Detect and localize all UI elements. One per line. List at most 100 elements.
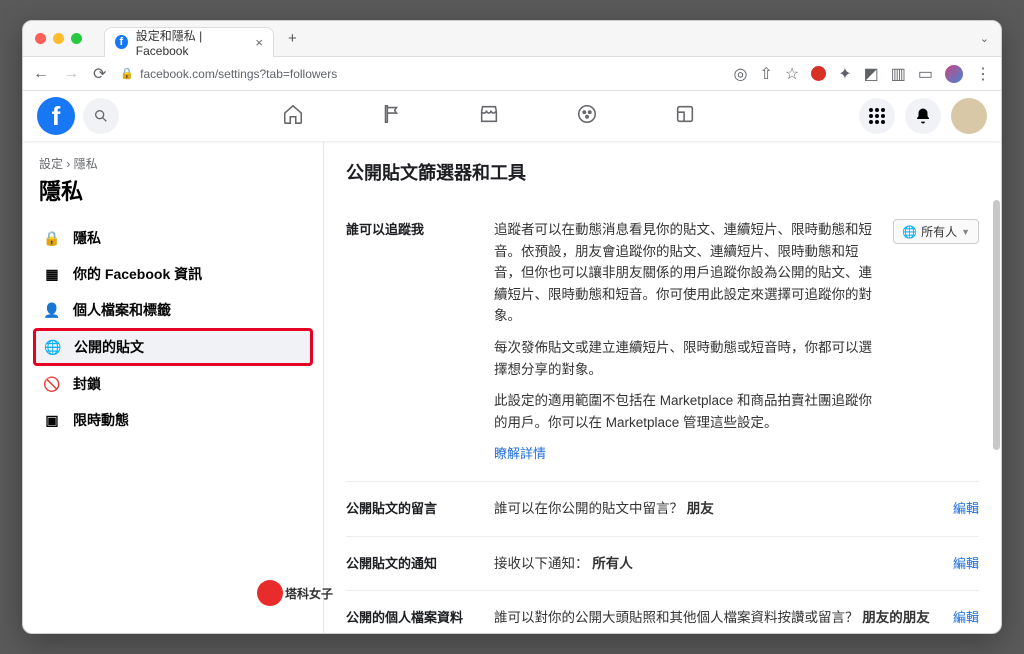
body-text: 接收以下通知： <box>494 556 589 571</box>
body-text: 誰可以對你的公開大頭貼照和其他個人檔案資料按讚或留言？ <box>494 610 859 625</box>
sidebar-item-label: 個人檔案和標籤 <box>73 300 171 320</box>
row-label: 公開貼文的通知 <box>346 553 476 575</box>
lock-icon: 🔒 <box>43 230 61 247</box>
scrollbar[interactable] <box>993 200 1000 450</box>
facebook-header: f <box>23 91 1001 141</box>
lock-icon: 🔒 <box>120 67 134 80</box>
groups-icon[interactable] <box>576 103 598 130</box>
maximize-window-button[interactable] <box>71 33 82 44</box>
toolbar-actions: ◎ ⇧ ☆ ✦ ◩ ▥ ▭ ⋮ <box>734 64 992 84</box>
new-tab-button[interactable]: + <box>288 30 297 47</box>
setting-row-followers: 誰可以追蹤我 追蹤者可以在動態消息看見你的貼文、連續短片、限時動態和短音。依預設… <box>346 203 979 481</box>
sidebar-item-privacy[interactable]: 🔒 隱私 <box>33 220 313 256</box>
description-text: 每次發佈貼文或建立連續短片、限時動態或短音時，你都可以選擇想分享的對象。 <box>494 337 875 380</box>
extensions-icon[interactable]: ✦ <box>838 64 851 84</box>
close-window-button[interactable] <box>35 33 46 44</box>
row-body: 誰可以對你的公開大頭貼照和其他個人檔案資料按讚或留言？ 朋友的朋友 <box>494 607 935 629</box>
back-button[interactable]: ← <box>33 65 49 83</box>
minimize-window-button[interactable] <box>53 33 64 44</box>
sidebar-item-stories[interactable]: ▣ 限時動態 <box>33 402 313 438</box>
header-right <box>859 98 987 134</box>
search-button[interactable] <box>83 98 119 134</box>
body-text: 誰可以在你公開的貼文中留言？ <box>494 501 683 516</box>
row-body: 追蹤者可以在動態消息看見你的貼文、連續短片、限時動態和短音。依預設，朋友會追蹤你… <box>494 219 875 465</box>
sidebar-item-label: 你的 Facebook 資訊 <box>73 264 202 284</box>
notifications-button[interactable] <box>905 98 941 134</box>
sidebar-item-your-info[interactable]: ▦ 你的 Facebook 資訊 <box>33 256 313 292</box>
edit-link[interactable]: 編輯 <box>953 556 979 571</box>
learn-more-link[interactable]: 瞭解詳情 <box>494 446 546 461</box>
row-label: 誰可以追蹤我 <box>346 219 476 465</box>
share-icon[interactable]: ⇧ <box>759 64 772 84</box>
gaming-icon[interactable] <box>674 103 696 130</box>
menu-button[interactable] <box>859 98 895 134</box>
tab-title: 設定和隱私 | Facebook <box>136 27 248 58</box>
watermark: 塔科女子 <box>257 580 333 606</box>
extension-icon[interactable] <box>811 66 826 81</box>
account-button[interactable] <box>951 98 987 134</box>
setting-row-comments: 公開貼文的留言 誰可以在你公開的貼文中留言？ 朋友 編輯 <box>346 481 979 536</box>
row-action: 🌐 所有人 ▼ <box>893 219 979 465</box>
row-body: 接收以下通知： 所有人 <box>494 553 935 575</box>
reload-button[interactable]: ⟳ <box>93 64 106 84</box>
sidebar-item-public-posts[interactable]: 🌐 公開的貼文 <box>33 328 313 366</box>
nav-center <box>119 103 859 130</box>
tabs-overflow-icon[interactable]: ⌄ <box>980 32 989 45</box>
sidebar-icon[interactable]: ▥ <box>891 64 906 84</box>
facebook-logo[interactable]: f <box>37 97 75 135</box>
block-icon: 🚫 <box>43 376 61 393</box>
bell-icon <box>914 107 932 125</box>
sidebar-item-profile-tagging[interactable]: 👤 個人檔案和標籤 <box>33 292 313 328</box>
close-tab-icon[interactable]: × <box>255 35 263 50</box>
reader-icon[interactable]: ◎ <box>734 64 748 84</box>
menu-icon[interactable]: ⋮ <box>975 64 991 84</box>
breadcrumb[interactable]: 設定 › 隱私 <box>33 155 313 172</box>
browser-toolbar: ← → ⟳ 🔒 facebook.com/settings?tab=follow… <box>23 57 1001 91</box>
sidebar-item-label: 限時動態 <box>73 410 129 430</box>
watermark-text: 塔科女子 <box>285 585 333 602</box>
grid-icon: ▦ <box>43 266 61 283</box>
story-icon: ▣ <box>43 412 61 429</box>
row-body: 誰可以在你公開的貼文中留言？ 朋友 <box>494 498 935 520</box>
edit-link[interactable]: 編輯 <box>953 501 979 516</box>
sidebar-item-label: 隱私 <box>73 228 101 248</box>
home-icon[interactable] <box>282 103 304 130</box>
window-controls <box>35 33 82 44</box>
page-title: 公開貼文篩選器和工具 <box>346 159 979 185</box>
url-text: facebook.com/settings?tab=followers <box>140 67 337 81</box>
setting-row-profile-info: 公開的個人檔案資料 誰可以對你的公開大頭貼照和其他個人檔案資料按讚或留言？ 朋友… <box>346 590 979 633</box>
profile-avatar-icon[interactable] <box>945 65 963 83</box>
person-icon: 👤 <box>43 302 61 319</box>
browser-tab[interactable]: f 設定和隱私 | Facebook × <box>104 27 274 57</box>
sidebar-title: 隱私 <box>33 172 313 220</box>
sidebar-item-blocking[interactable]: 🚫 封鎖 <box>33 366 313 402</box>
reading-list-icon[interactable]: ▭ <box>918 64 933 84</box>
pages-icon[interactable] <box>380 103 402 130</box>
row-label: 公開貼文的留言 <box>346 498 476 520</box>
favicon-icon: f <box>115 35 128 49</box>
watermark-icon <box>257 580 283 606</box>
edit-link[interactable]: 編輯 <box>953 610 979 625</box>
selector-value: 所有人 <box>921 223 957 240</box>
window-titlebar: f 設定和隱私 | Facebook × + ⌄ <box>23 21 1001 57</box>
main-panel: 公開貼文篩選器和工具 誰可以追蹤我 追蹤者可以在動態消息看見你的貼文、連續短片、… <box>323 141 1001 633</box>
search-icon <box>93 108 109 124</box>
sidebar-item-label: 公開的貼文 <box>74 337 144 357</box>
address-bar[interactable]: 🔒 facebook.com/settings?tab=followers <box>120 67 719 81</box>
description-text: 追蹤者可以在動態消息看見你的貼文、連續短片、限時動態和短音。依預設，朋友會追蹤你… <box>494 219 875 327</box>
value-text: 朋友的朋友 <box>862 610 930 625</box>
forward-button[interactable]: → <box>63 65 79 83</box>
setting-row-notifications: 公開貼文的通知 接收以下通知： 所有人 編輯 <box>346 536 979 591</box>
bookmark-icon[interactable]: ☆ <box>785 64 799 84</box>
row-label: 公開的個人檔案資料 <box>346 607 476 629</box>
cast-icon[interactable]: ◩ <box>864 64 879 84</box>
caret-icon: ▼ <box>961 227 970 237</box>
globe-icon: 🌐 <box>44 339 62 356</box>
marketplace-icon[interactable] <box>478 103 500 130</box>
description-text: 此設定的適用範圍不包括在 Marketplace 和商品拍賣社團追蹤你的用戶。你… <box>494 390 875 433</box>
audience-selector[interactable]: 🌐 所有人 ▼ <box>893 219 979 244</box>
sidebar-item-label: 封鎖 <box>73 374 101 394</box>
settings-sidebar: 設定 › 隱私 隱私 🔒隱私 ▦你的 Facebook 資訊 👤個人檔案和標籤 … <box>23 141 323 633</box>
value-text: 所有人 <box>592 556 633 571</box>
value-text: 朋友 <box>687 501 714 516</box>
